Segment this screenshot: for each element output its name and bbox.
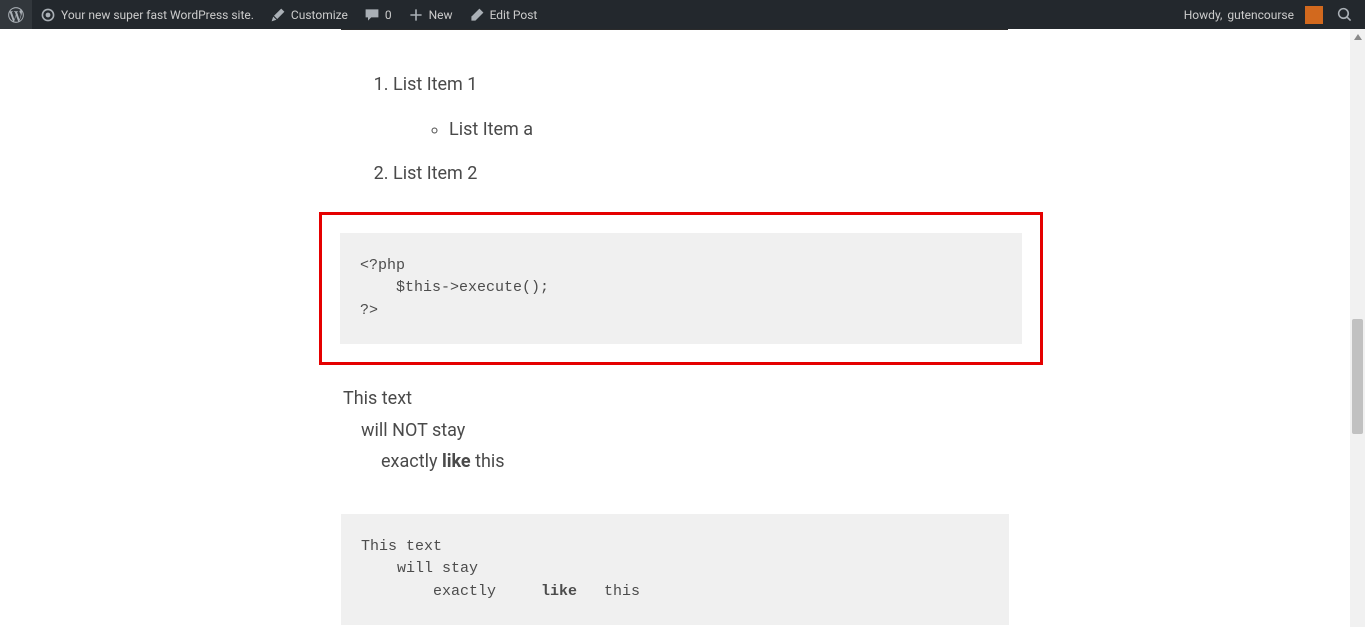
post-content: List Item 1 List Item a List Item 2 <?ph…: [341, 70, 1009, 627]
edit-post-link[interactable]: Edit Post: [461, 0, 546, 29]
admin-bar-left: Your new super fast WordPress site. Cust…: [0, 0, 545, 29]
code-block: <?php $this->execute(); ?>: [340, 233, 1022, 345]
wordpress-icon: [8, 7, 24, 23]
pre-line: exactly like this: [361, 583, 640, 600]
site-title-label: Your new super fast WordPress site.: [61, 8, 254, 22]
my-account-link[interactable]: Howdy, gutencourse: [1176, 0, 1331, 29]
customize-label: Customize: [291, 8, 348, 22]
text-line: This text: [343, 383, 1009, 415]
scrollbar-thumb[interactable]: [1352, 319, 1363, 434]
customize-link[interactable]: Customize: [262, 0, 356, 29]
pre-line: will stay: [361, 560, 478, 577]
brush-icon: [270, 7, 286, 23]
howdy-prefix: Howdy,: [1184, 8, 1223, 22]
new-label: New: [429, 8, 453, 22]
list-item: List Item 1 List Item a: [393, 70, 1009, 145]
scrollbar-track[interactable]: [1350, 29, 1365, 627]
list-item: List Item 2: [393, 159, 1009, 190]
list-item-label: List Item 2: [393, 163, 477, 184]
list-item-label: List Item a: [449, 119, 533, 140]
plus-icon: [408, 7, 424, 23]
preformatted-block: This text will stay exactly like this: [341, 514, 1009, 626]
wp-admin-bar: Your new super fast WordPress site. Cust…: [0, 0, 1365, 29]
list-item-label: List Item 1: [393, 74, 477, 95]
avatar: [1305, 6, 1323, 24]
wp-logo-menu[interactable]: [0, 0, 32, 29]
content-top-divider: [341, 29, 1008, 30]
collapsed-whitespace-paragraph: This text will NOT stay exactly like thi…: [343, 383, 1009, 478]
nested-list: List Item a: [393, 115, 1009, 146]
comment-icon: [364, 7, 380, 23]
admin-search-toggle[interactable]: [1331, 0, 1359, 29]
search-icon: [1337, 7, 1353, 23]
comments-link[interactable]: 0: [356, 0, 400, 29]
list-item: List Item a: [449, 115, 1009, 146]
new-content-link[interactable]: New: [400, 0, 461, 29]
edit-post-label: Edit Post: [490, 8, 538, 22]
pre-line: This text: [361, 538, 442, 555]
pencil-icon: [469, 7, 485, 23]
text-line: exactly like this: [381, 446, 1009, 478]
site-icon: [40, 7, 56, 23]
page-viewport: List Item 1 List Item a List Item 2 <?ph…: [0, 29, 1350, 627]
highlighted-code-wrapper: <?php $this->execute(); ?>: [319, 212, 1043, 366]
scroll-up-arrow[interactable]: [1350, 29, 1365, 44]
admin-bar-right: Howdy, gutencourse: [1176, 0, 1365, 29]
ordered-list: List Item 1 List Item a List Item 2: [341, 70, 1009, 190]
site-name-menu[interactable]: Your new super fast WordPress site.: [32, 0, 262, 29]
howdy-username: gutencourse: [1227, 8, 1294, 22]
text-line: will NOT stay: [361, 415, 1009, 447]
comments-count: 0: [385, 8, 392, 22]
